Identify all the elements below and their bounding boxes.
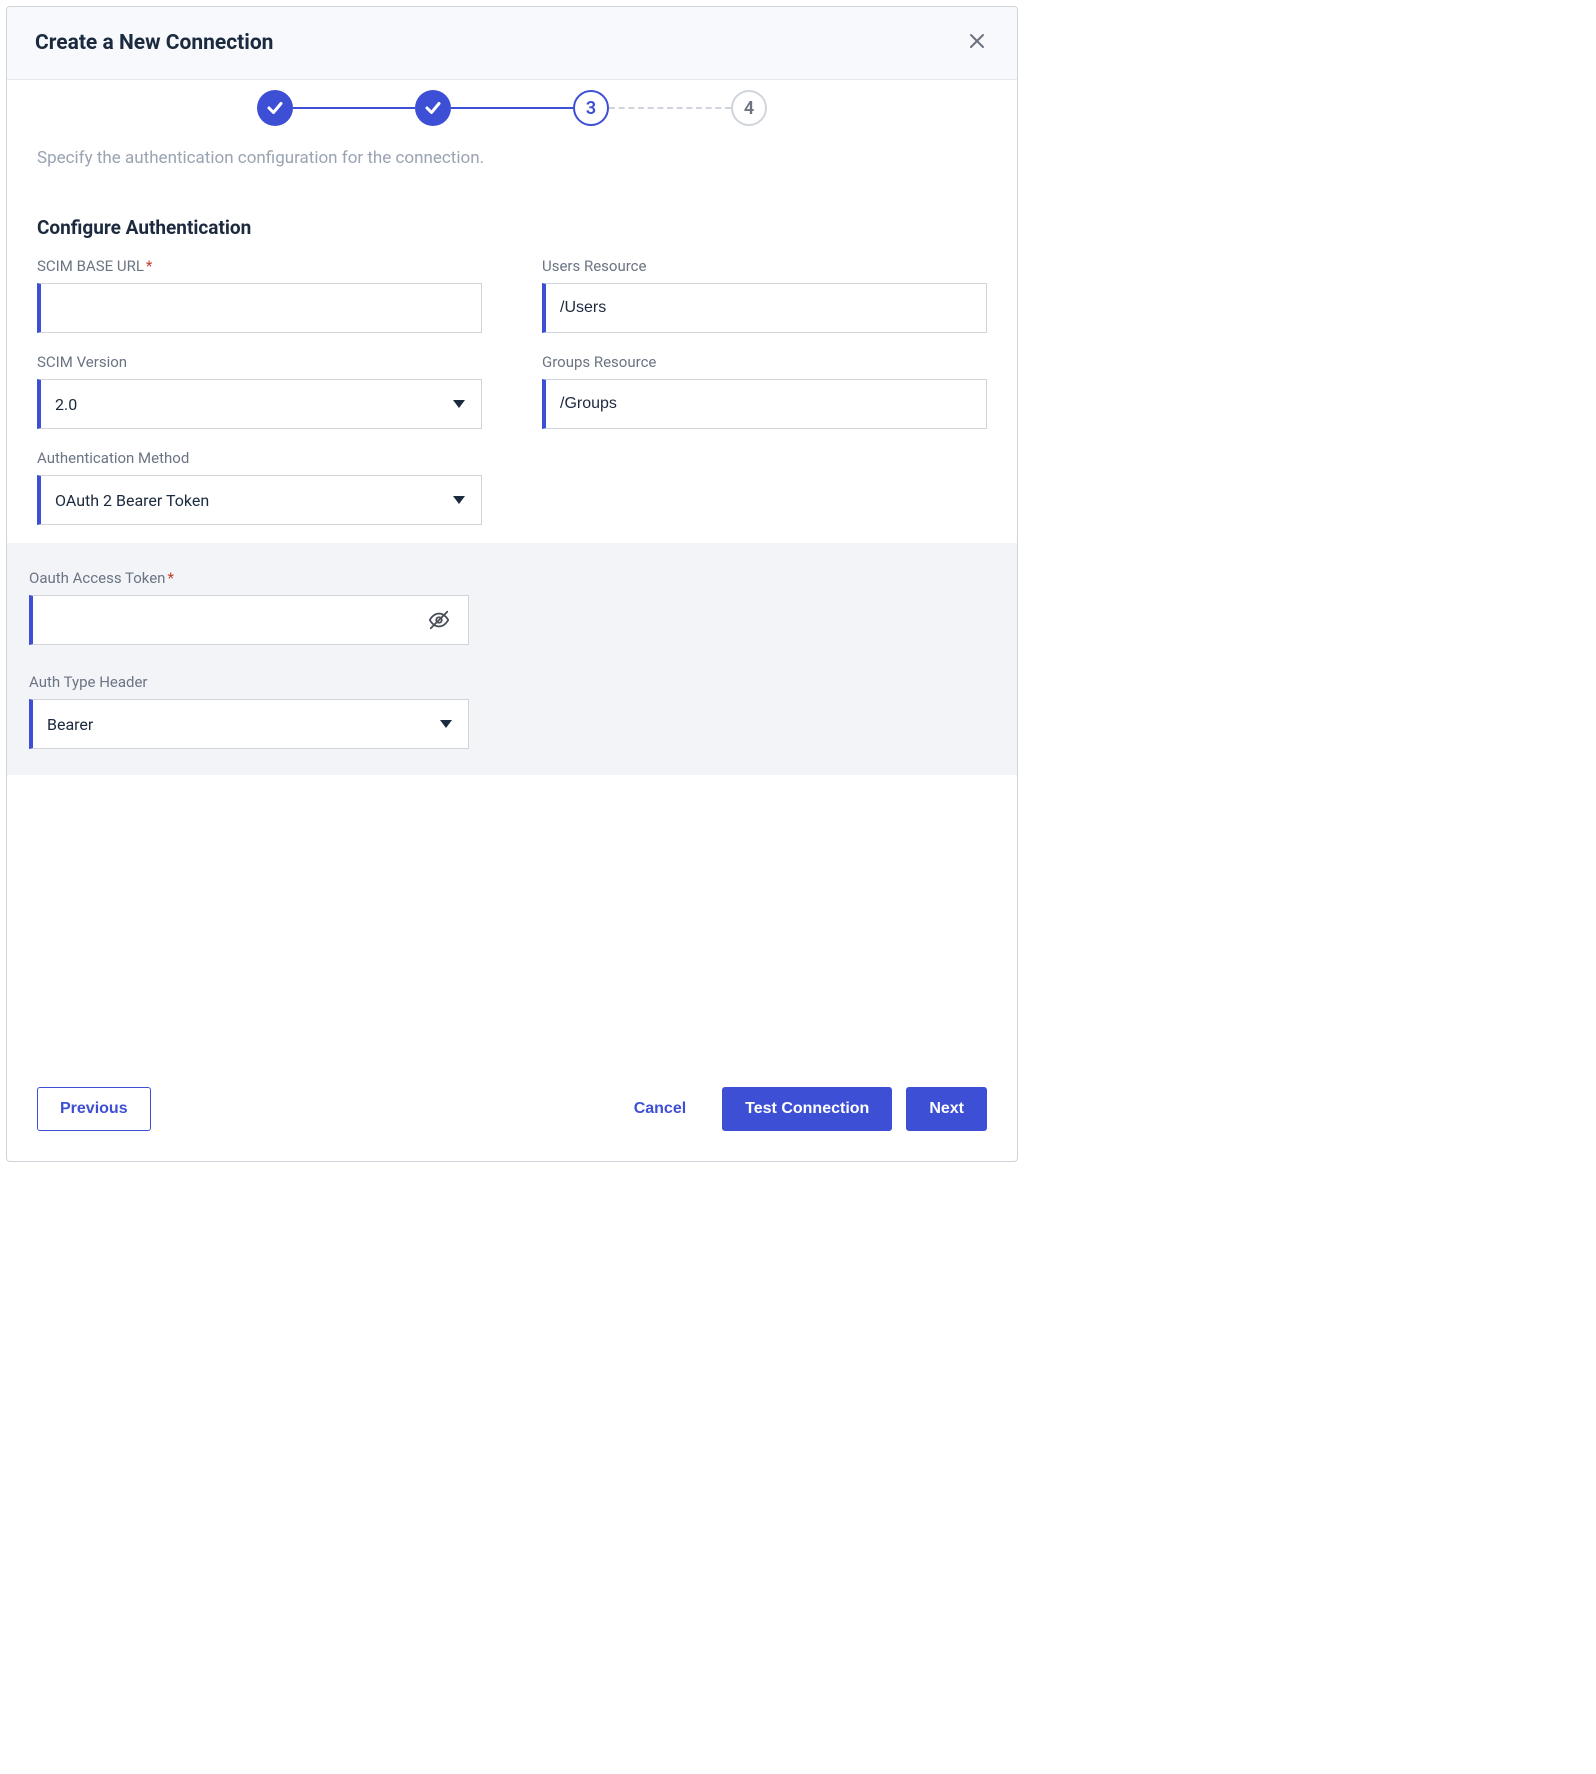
auth-type-header-select[interactable]: Bearer <box>29 699 469 749</box>
auth-type-header-label: Auth Type Header <box>29 673 995 691</box>
step-connector <box>609 107 731 109</box>
previous-button[interactable]: Previous <box>37 1087 151 1131</box>
test-connection-button[interactable]: Test Connection <box>722 1087 892 1131</box>
toggle-password-visibility-button[interactable] <box>422 603 456 637</box>
close-icon <box>969 33 985 49</box>
modal-header: Create a New Connection <box>7 7 1017 80</box>
auth-type-header-value: Bearer <box>33 700 468 748</box>
step-2-complete <box>415 90 451 126</box>
cancel-button[interactable]: Cancel <box>612 1088 708 1130</box>
step-1-complete <box>257 90 293 126</box>
modal-footer: Previous Cancel Test Connection Next <box>7 1073 1017 1161</box>
oauth-access-token-label: Oauth Access Token* <box>29 569 995 587</box>
close-button[interactable] <box>965 29 989 57</box>
stepper: 3 4 <box>7 80 1017 138</box>
required-indicator: * <box>167 569 173 587</box>
check-icon <box>424 99 442 117</box>
step-3-current: 3 <box>573 90 609 126</box>
scim-version-label: SCIM Version <box>37 353 482 371</box>
auth-method-label: Authentication Method <box>37 449 482 467</box>
scim-version-value: 2.0 <box>41 380 481 428</box>
step-connector <box>293 107 415 109</box>
auth-method-value: OAuth 2 Bearer Token <box>41 476 481 524</box>
groups-resource-label: Groups Resource <box>542 353 987 371</box>
create-connection-modal: Create a New Connection 3 4 Specify the … <box>6 6 1018 1162</box>
scim-base-url-input[interactable] <box>41 284 481 332</box>
modal-title: Create a New Connection <box>35 31 273 55</box>
auth-method-config-panel: Oauth Access Token* Auth Type Header Bea… <box>7 543 1017 775</box>
oauth-access-token-input[interactable] <box>33 596 468 644</box>
step-description: Specify the authentication configuration… <box>37 148 987 168</box>
section-heading: Configure Authentication <box>37 216 987 239</box>
auth-method-select[interactable]: OAuth 2 Bearer Token <box>37 475 482 525</box>
groups-resource-input[interactable] <box>546 380 986 428</box>
users-resource-input[interactable] <box>546 284 986 332</box>
users-resource-label: Users Resource <box>542 257 987 275</box>
scim-base-url-label: SCIM BASE URL* <box>37 257 482 275</box>
step-4-future: 4 <box>731 90 767 126</box>
eye-off-icon <box>428 609 450 631</box>
next-button[interactable]: Next <box>906 1087 987 1131</box>
check-icon <box>266 99 284 117</box>
scim-version-select[interactable]: 2.0 <box>37 379 482 429</box>
required-indicator: * <box>146 257 152 275</box>
step-connector <box>451 107 573 109</box>
